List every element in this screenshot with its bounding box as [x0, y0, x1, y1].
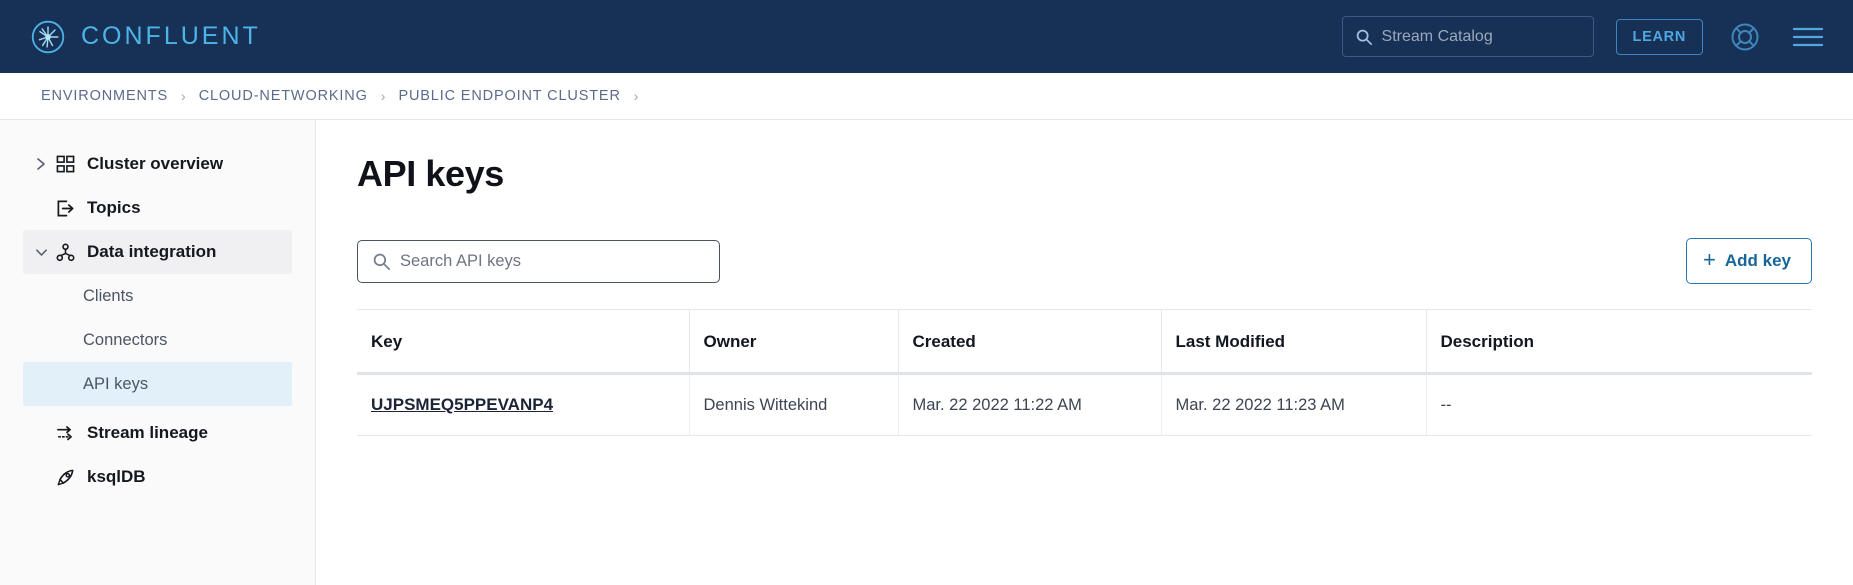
- table-header-row: Key Owner Created Last Modified Descript…: [357, 309, 1812, 375]
- api-keys-table: Key Owner Created Last Modified Descript…: [357, 309, 1812, 436]
- sidebar-subitem-clients[interactable]: Clients: [23, 274, 292, 318]
- help-button[interactable]: [1725, 17, 1765, 57]
- sidebar-item-stream-lineage[interactable]: Stream lineage: [23, 411, 292, 455]
- search-icon: [1356, 29, 1372, 45]
- stream-lineage-arrows-icon: [54, 424, 76, 443]
- column-header-last-modified[interactable]: Last Modified: [1161, 309, 1427, 375]
- sidebar-subitem-label: Clients: [83, 286, 134, 305]
- sidebar-item-label: Cluster overview: [87, 154, 224, 173]
- add-key-button[interactable]: + Add key: [1686, 238, 1812, 284]
- column-header-description[interactable]: Description: [1426, 309, 1812, 375]
- sidebar-subitem-connectors[interactable]: Connectors: [23, 318, 292, 362]
- cell-owner: Dennis Wittekind: [689, 373, 899, 436]
- main-menu-button[interactable]: [1787, 20, 1829, 54]
- sidebar-item-label: Stream lineage: [87, 423, 208, 442]
- hamburger-menu-icon: [1792, 27, 1824, 46]
- ksqldb-rocket-icon: [54, 468, 76, 487]
- api-keys-search[interactable]: [357, 239, 720, 283]
- plus-icon: +: [1703, 247, 1716, 272]
- sidebar-item-topics[interactable]: Topics: [23, 186, 292, 230]
- learn-button[interactable]: LEARN: [1615, 18, 1703, 55]
- breadcrumb-item-cloud-networking[interactable]: CLOUD-NETWORKING: [199, 88, 368, 104]
- page-body: Cluster overview Topics Data integration…: [0, 120, 1853, 585]
- confluent-starburst-logo-icon: [31, 20, 65, 53]
- search-icon: [373, 253, 391, 270]
- column-header-key[interactable]: Key: [357, 309, 690, 375]
- sidebar-subitem-label: Connectors: [83, 330, 168, 349]
- breadcrumb-item-public-endpoint-cluster[interactable]: PUBLIC ENDPOINT CLUSTER: [398, 88, 620, 104]
- breadcrumb-separator: ›: [380, 88, 386, 104]
- breadcrumb: ENVIRONMENTS › CLOUD-NETWORKING › PUBLIC…: [0, 73, 1853, 120]
- chevron-right-icon: [33, 157, 49, 171]
- data-integration-node-icon: [54, 243, 76, 262]
- stream-catalog-search-input[interactable]: [1381, 27, 1589, 46]
- table-body: UJPSMEQ5PPEVANP4 Dennis Wittekind Mar. 2…: [357, 373, 1812, 436]
- main-content: API keys + Add key Key Owner: [316, 120, 1853, 585]
- breadcrumb-separator: ›: [181, 88, 186, 104]
- cell-last-modified: Mar. 22 2022 11:23 AM: [1161, 373, 1427, 436]
- sidebar-item-data-integration[interactable]: Data integration: [23, 230, 292, 274]
- table-toolbar: + Add key: [357, 238, 1812, 284]
- confluent-brand-logo[interactable]: CONFLUENT: [30, 19, 261, 55]
- sidebar-subitem-api-keys[interactable]: API keys: [23, 362, 292, 406]
- sidebar-item-ksqldb[interactable]: ksqlDB: [23, 455, 292, 499]
- life-ring-help-icon: [1731, 23, 1759, 50]
- topic-export-icon: [54, 199, 76, 218]
- api-keys-search-input[interactable]: [400, 251, 705, 271]
- sidebar-subitem-label: API keys: [83, 374, 149, 393]
- top-nav-actions: LEARN: [1341, 16, 1829, 57]
- stream-catalog-search[interactable]: [1341, 16, 1594, 57]
- sidebar-navigation: Cluster overview Topics Data integration…: [0, 120, 316, 585]
- sidebar-item-cluster-overview[interactable]: Cluster overview: [23, 142, 292, 186]
- table-header: Key Owner Created Last Modified Descript…: [357, 309, 1812, 375]
- breadcrumb-item-environments[interactable]: ENVIRONMENTS: [41, 88, 168, 104]
- grid-dashboard-icon: [54, 155, 76, 174]
- page-title: API keys: [357, 153, 504, 194]
- cell-key: UJPSMEQ5PPEVANP4: [357, 373, 690, 436]
- brand-name: CONFLUENT: [81, 22, 261, 50]
- sidebar-item-label: Topics: [87, 198, 141, 217]
- sidebar-item-label: ksqlDB: [87, 467, 146, 486]
- chevron-down-icon: [33, 247, 49, 258]
- cell-description: --: [1426, 373, 1812, 436]
- column-header-owner[interactable]: Owner: [689, 309, 899, 375]
- breadcrumb-separator-trailing: ›: [633, 88, 639, 104]
- table-row[interactable]: UJPSMEQ5PPEVANP4 Dennis Wittekind Mar. 2…: [357, 373, 1812, 436]
- add-key-label: Add key: [1724, 251, 1791, 270]
- column-header-created[interactable]: Created: [898, 309, 1162, 375]
- api-key-link[interactable]: UJPSMEQ5PPEVANP4: [371, 395, 553, 414]
- sidebar-item-label: Data integration: [87, 242, 217, 261]
- cell-created: Mar. 22 2022 11:22 AM: [898, 373, 1162, 436]
- top-navigation-bar: CONFLUENT LEARN: [0, 0, 1853, 73]
